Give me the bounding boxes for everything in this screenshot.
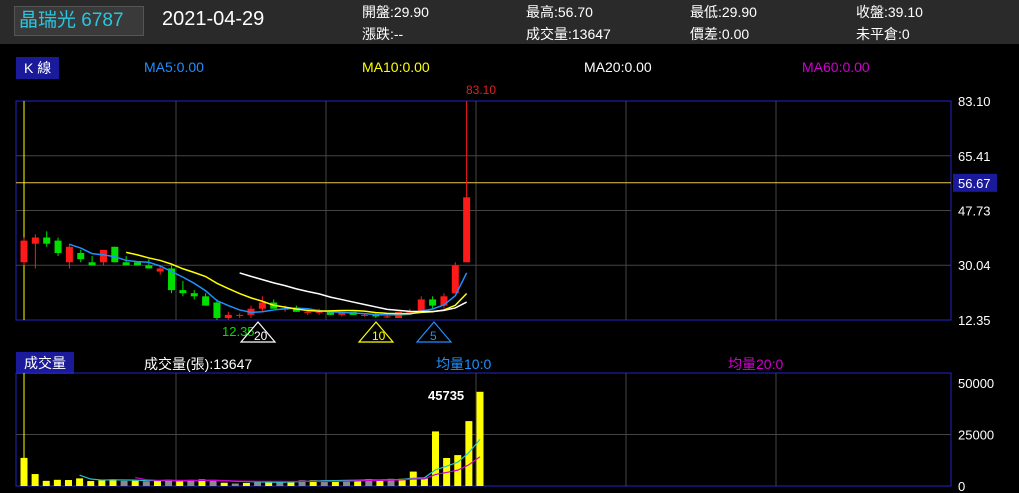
volume-bar bbox=[131, 480, 139, 486]
volume-bar bbox=[231, 483, 239, 486]
ma-marker-label: 10 bbox=[372, 329, 386, 343]
volume-bar bbox=[209, 480, 217, 486]
candle-body bbox=[179, 290, 187, 294]
price-tick-label: 65.41 bbox=[958, 149, 991, 164]
price-tick-label: 47.73 bbox=[958, 203, 991, 218]
candle-body bbox=[77, 252, 85, 260]
volume-ma20-line bbox=[135, 456, 481, 483]
volume-bar bbox=[432, 431, 440, 486]
volume-bar bbox=[420, 478, 428, 486]
candle-body bbox=[236, 314, 244, 316]
volume-bar bbox=[476, 391, 484, 486]
ma-marker-label: 20 bbox=[254, 329, 268, 343]
candle-body bbox=[315, 311, 323, 313]
candle-body bbox=[156, 268, 164, 272]
candle-body bbox=[20, 240, 28, 263]
candle-body bbox=[417, 299, 425, 312]
volume-bar bbox=[142, 481, 150, 486]
volume-bar bbox=[20, 457, 28, 486]
high-price-label: 83.10 bbox=[466, 83, 496, 97]
candle-body bbox=[258, 302, 266, 309]
volume-bar bbox=[176, 481, 184, 486]
volume-bar bbox=[153, 481, 161, 486]
volume-bar bbox=[64, 480, 72, 486]
candle-body bbox=[190, 293, 198, 297]
volume-bar bbox=[42, 480, 50, 486]
candle-body bbox=[451, 265, 459, 294]
volume-tick-label: 25000 bbox=[958, 428, 994, 443]
candle-body bbox=[304, 311, 312, 313]
volume-peak-label: 45735 bbox=[428, 388, 464, 403]
candle-body bbox=[361, 314, 368, 316]
candle-body bbox=[65, 246, 73, 263]
price-tick-label: 83.10 bbox=[958, 94, 991, 109]
volume-bar bbox=[76, 478, 84, 486]
volume-tick-label: 0 bbox=[958, 479, 965, 493]
volume-bar bbox=[98, 480, 106, 486]
candle-body bbox=[122, 262, 130, 266]
candle-body bbox=[31, 237, 39, 244]
ma-marker-label: 5 bbox=[430, 329, 437, 343]
volume-bar bbox=[242, 482, 250, 486]
candle-body bbox=[463, 197, 471, 263]
volume-ma-line bbox=[79, 438, 481, 483]
candle-body bbox=[111, 246, 119, 263]
volume-bar bbox=[220, 482, 228, 486]
volume-tick-label: 50000 bbox=[958, 376, 994, 391]
candle-body bbox=[383, 316, 391, 318]
current-price-label: 56.67 bbox=[958, 176, 991, 191]
volume-bar bbox=[87, 481, 95, 486]
candle-body bbox=[99, 249, 107, 263]
volume-bar bbox=[31, 474, 39, 486]
candle-body bbox=[88, 262, 96, 266]
candle-body bbox=[54, 240, 62, 253]
candle-body bbox=[429, 299, 437, 306]
candle-body bbox=[145, 265, 153, 269]
ma5-line bbox=[69, 243, 468, 316]
candle-body bbox=[202, 296, 210, 306]
ma10-line bbox=[125, 251, 468, 315]
candle-body bbox=[134, 262, 141, 266]
volume-bar bbox=[120, 480, 128, 486]
volume-bar bbox=[465, 421, 473, 486]
price-tick-label: 30.04 bbox=[958, 258, 991, 273]
candle-body bbox=[224, 314, 232, 318]
candle-body bbox=[43, 237, 51, 244]
candle-body bbox=[213, 302, 221, 318]
price-tick-label: 12.35 bbox=[958, 313, 991, 328]
price-volume-chart[interactable]: 83.1065.4147.7330.0412.3556.6783.1012.35… bbox=[0, 0, 1019, 493]
volume-bar bbox=[53, 479, 61, 486]
